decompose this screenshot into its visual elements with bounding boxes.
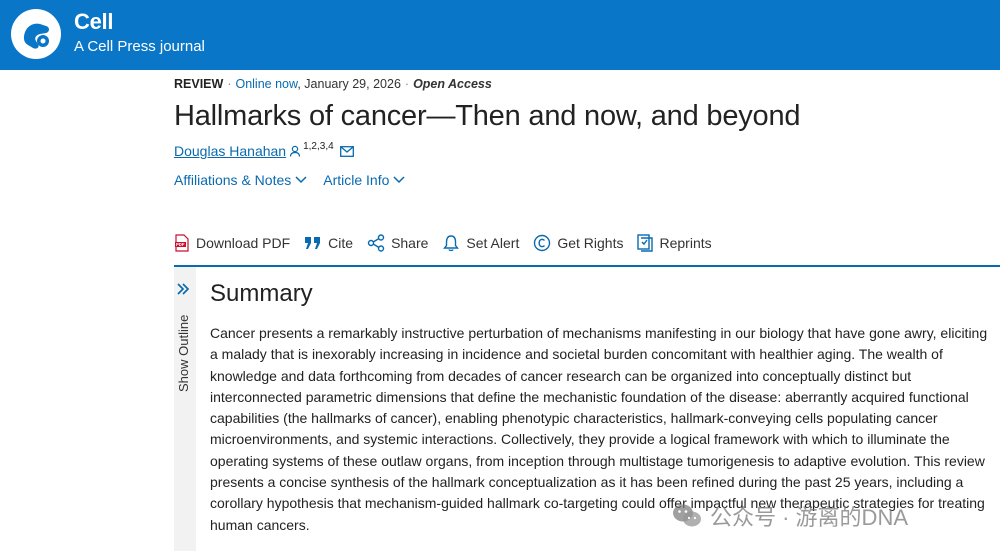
watermark: 公众号 · 游离的DNA [672,500,908,532]
author-link[interactable]: Douglas Hanahan [174,143,286,159]
share-icon [367,234,385,252]
content-divider [174,265,1000,267]
set-alert-button[interactable]: Set Alert [442,234,519,252]
share-button[interactable]: Share [367,234,428,252]
quote-icon [305,237,321,249]
outline-rail[interactable] [174,267,196,551]
bell-icon [443,235,460,252]
author-affiliation-numbers: 1,2,3,4 [303,140,334,152]
cite-button[interactable]: Cite [304,235,353,251]
journal-brand[interactable]: Cell [74,9,113,35]
get-rights-label: Get Rights [557,235,624,251]
article-toolbar: PDF Download PDF Cite Share Set Alert Ge… [174,234,726,252]
open-access-badge: Open Access [413,77,492,91]
summary-heading: Summary [210,280,313,307]
journal-tagline: A Cell Press journal [74,38,205,55]
article-info-label: Article Info [323,172,390,188]
share-label: Share [391,235,429,251]
affiliations-notes-toggle[interactable]: Affiliations & Notes [174,172,307,188]
publish-date: , January 29, 2026 [297,77,401,91]
info-links: Affiliations & Notes Article Info [174,172,405,188]
reprints-icon [637,234,654,252]
chevron-down-icon [295,176,307,184]
download-pdf-button[interactable]: PDF Download PDF [174,234,290,252]
chevron-down-icon [393,176,405,184]
pdf-icon: PDF [175,234,189,252]
show-outline-toggle[interactable]: Show Outline [176,315,191,392]
download-pdf-label: Download PDF [196,235,291,251]
double-chevron-right-icon[interactable] [176,282,190,296]
meta-separator: · [227,77,232,91]
svg-text:PDF: PDF [176,242,185,247]
copyright-icon [534,234,551,252]
article-meta: REVIEW · Online now, January 29, 2026 · Open… [174,77,492,91]
reprints-button[interactable]: Reprints [637,234,712,252]
set-alert-label: Set Alert [466,235,520,251]
author-line: Douglas Hanahan 1,2,3,4 [174,140,354,159]
cell-logo-icon[interactable] [10,8,62,60]
site-header: Cell A Cell Press journal [0,0,1000,70]
person-icon[interactable] [289,145,301,157]
article-title: Hallmarks of cancer—Then and now, and be… [174,100,801,132]
article-info-toggle[interactable]: Article Info [323,172,405,188]
affiliations-notes-label: Affiliations & Notes [174,172,292,188]
email-icon[interactable] [339,145,354,157]
online-status[interactable]: Online now [235,77,297,91]
article-type: REVIEW [174,77,224,91]
get-rights-button[interactable]: Get Rights [533,234,623,252]
cite-label: Cite [328,235,354,251]
reprints-label: Reprints [659,235,712,251]
wechat-icon [673,504,701,527]
watermark-text: 公众号 · 游离的DNA [710,505,909,530]
meta-separator: · [404,77,410,91]
